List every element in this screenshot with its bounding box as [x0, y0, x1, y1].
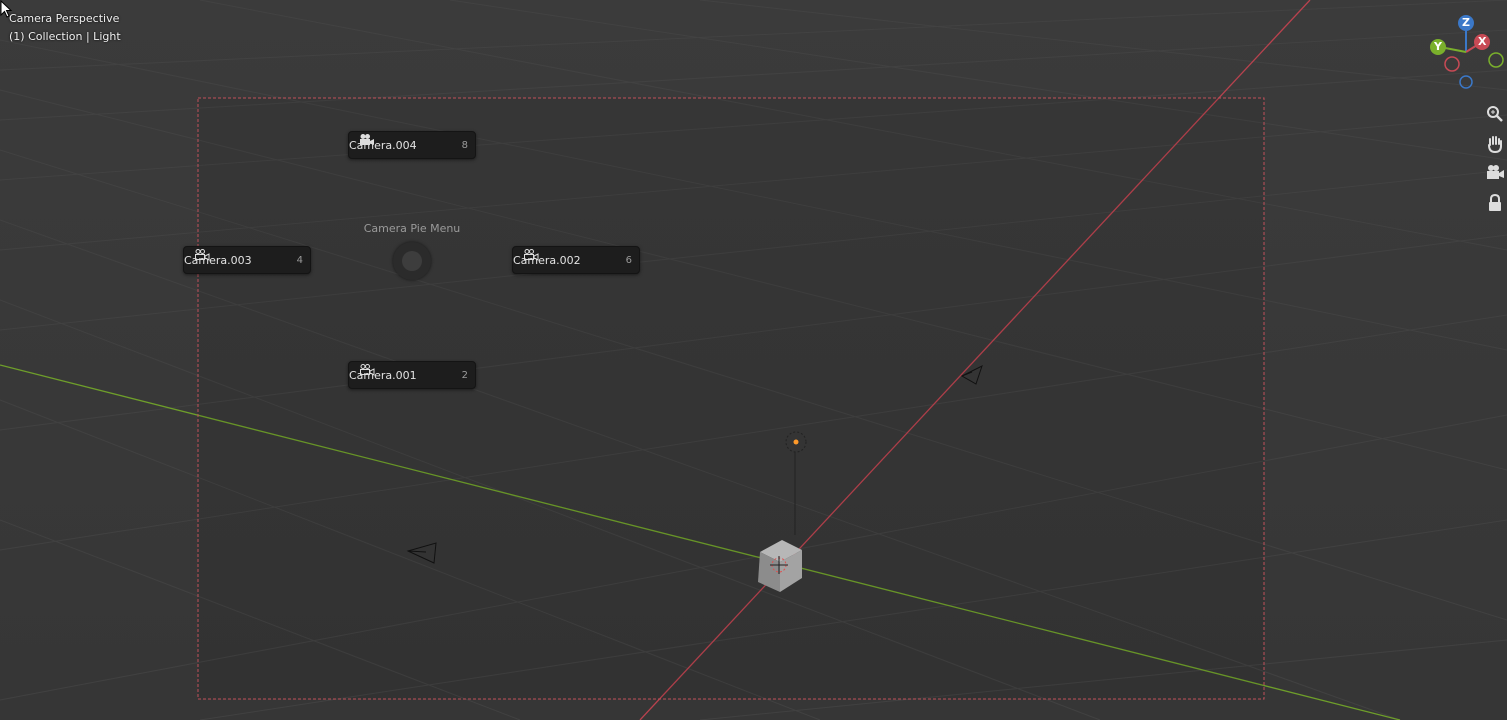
scene-canvas[interactable] [0, 0, 1507, 720]
gizmo-z-label[interactable]: Z [1462, 16, 1470, 29]
camera-outline-icon [195, 249, 210, 261]
pie-item-shortcut: 8 [461, 139, 468, 151]
mouse-cursor-icon [0, 0, 13, 18]
pie-item-camera-002[interactable]: Camera.002 6 [512, 246, 640, 274]
gizmo-x-label[interactable]: X [1478, 35, 1486, 48]
view-name: Camera Perspective [9, 12, 120, 25]
pie-item-camera-003[interactable]: Camera.003 4 [183, 246, 311, 274]
pie-menu-title: Camera Pie Menu [363, 222, 461, 235]
lock-icon[interactable] [1484, 192, 1506, 214]
camera-filled-icon [360, 134, 374, 145]
3d-viewport[interactable]: Z X Y Camera Perspective (1) Collection … [0, 0, 1507, 720]
pie-item-camera-001[interactable]: Camera.001 2 [348, 361, 476, 389]
pie-item-camera-004[interactable]: Camera.004 8 [348, 131, 476, 159]
camera-outline-icon [360, 364, 375, 376]
pie-item-shortcut: 2 [461, 369, 468, 381]
camera-icon[interactable] [1484, 162, 1506, 184]
gizmo-y-label[interactable]: Y [1434, 40, 1442, 53]
hand-icon[interactable] [1484, 133, 1506, 155]
camera-outline-icon [524, 249, 539, 261]
view-context: (1) Collection | Light [9, 30, 121, 43]
pie-item-shortcut: 6 [625, 254, 632, 266]
pie-menu-center [393, 242, 431, 280]
camera-frame [197, 97, 1265, 700]
pie-item-shortcut: 4 [296, 254, 303, 266]
magnifier-icon[interactable] [1484, 103, 1506, 125]
